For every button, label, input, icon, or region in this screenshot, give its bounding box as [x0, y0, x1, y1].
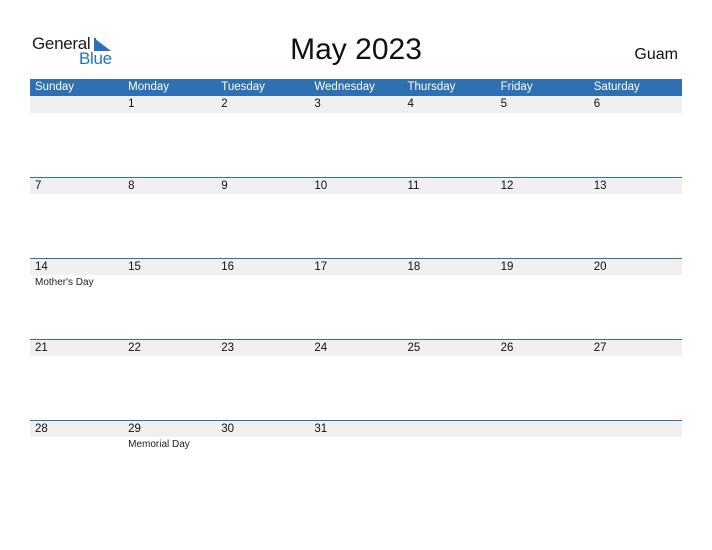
day-number: 17: [314, 261, 328, 273]
week-row: 1 2 3 4 5 6: [30, 96, 682, 177]
country-label: Guam: [634, 46, 678, 63]
weekday-friday: Friday: [500, 81, 533, 93]
weekday-monday: Monday: [128, 81, 170, 93]
day-number: 15: [128, 261, 141, 273]
weekday-tuesday: Tuesday: [221, 81, 265, 93]
holiday-label: [589, 437, 682, 451]
calendar-title: May 2023: [290, 33, 422, 66]
day-number: 26: [500, 342, 514, 354]
holiday-label: [216, 194, 309, 195]
holiday-label: [496, 113, 589, 114]
day-number: 16: [221, 261, 235, 273]
holiday-label: [496, 275, 589, 289]
day-number: 28: [35, 423, 48, 435]
holiday-label: [589, 275, 682, 289]
events-row: Mother's Day: [30, 275, 682, 289]
holiday-label: [123, 356, 216, 357]
holiday-label: [216, 275, 309, 289]
calendar-grid: Sunday Monday Tuesday Wednesday Thursday…: [30, 79, 682, 501]
holiday-label: [216, 113, 309, 114]
day-number: 1: [128, 98, 135, 110]
day-number: 3: [314, 98, 321, 110]
holiday-label: Mother's Day: [35, 277, 94, 288]
holiday-label: [123, 194, 216, 195]
holiday-label: [496, 437, 589, 451]
holiday-label: [30, 437, 123, 451]
day-number: 30: [221, 423, 235, 435]
weekday-wednesday: Wednesday: [314, 81, 375, 93]
date-number-bar: 28 29 30 31: [30, 420, 682, 437]
date-number-bar: 1 2 3 4 5 6: [30, 96, 682, 113]
day-number: 12: [500, 180, 514, 192]
events-row: [30, 194, 682, 195]
holiday-label: [309, 275, 402, 289]
day-number: 5: [500, 98, 508, 110]
holiday-label: [403, 113, 496, 114]
holiday-label: [309, 113, 402, 114]
weekday-header: Sunday Monday Tuesday Wednesday Thursday…: [30, 79, 682, 96]
day-number: [30, 96, 123, 113]
day-number: [403, 421, 496, 437]
day-number: 7: [35, 180, 42, 192]
day-number: 23: [221, 342, 235, 354]
day-number: 29: [128, 423, 141, 435]
holiday-label: [309, 437, 402, 451]
events-row: [30, 113, 682, 114]
day-number: [589, 421, 682, 437]
day-number: 6: [593, 98, 601, 110]
week-row: 28 29 30 31 Memorial Day: [30, 420, 682, 501]
week-row: 14 15 16 17 18 19 20 Mother's Day: [30, 258, 682, 339]
day-number: 2: [221, 98, 228, 110]
day-number: 11: [407, 180, 420, 192]
holiday-label: [403, 275, 496, 289]
day-number: 4: [407, 98, 414, 110]
holiday-label: [403, 437, 496, 451]
day-number: 14: [35, 261, 48, 273]
weeks-container: 1 2 3 4 5 6 7 8 9 10 11 12 13 14 15 16 17 18 19 20 Mother's …: [30, 96, 682, 501]
day-number: 31: [314, 423, 328, 435]
day-number: 20: [593, 261, 607, 273]
holiday-label: [589, 356, 682, 357]
holiday-label: [589, 194, 682, 195]
holiday-label: [496, 356, 589, 357]
week-row: 7 8 9 10 11 12 13: [30, 177, 682, 258]
day-number: 18: [407, 261, 421, 273]
events-row: Memorial Day: [30, 437, 682, 451]
week-row: 21 22 23 24 25 26 27: [30, 339, 682, 420]
holiday-label: [30, 194, 123, 195]
holiday-label: [496, 194, 589, 195]
events-row: [30, 356, 682, 357]
day-number: 13: [593, 180, 607, 192]
holiday-label: [30, 113, 123, 114]
day-number: [496, 421, 589, 437]
weekday-sunday: Sunday: [35, 81, 75, 93]
day-number: 24: [314, 342, 328, 354]
day-number: 25: [407, 342, 421, 354]
date-number-bar: 21 22 23 24 25 26 27: [30, 339, 682, 356]
day-number: 10: [314, 180, 328, 192]
holiday-label: Memorial Day: [128, 439, 190, 450]
holiday-label: [216, 437, 309, 451]
holiday-label: [403, 356, 496, 357]
date-number-bar: 14 15 16 17 18 19 20: [30, 258, 682, 275]
holiday-label: [123, 113, 216, 114]
weekday-thursday: Thursday: [407, 81, 456, 93]
holiday-label: [30, 356, 123, 357]
day-number: 27: [593, 342, 607, 354]
holiday-label: [403, 194, 496, 195]
day-number: 21: [35, 342, 48, 354]
day-number: 22: [128, 342, 141, 354]
day-number: 9: [221, 180, 228, 192]
holiday-label: [216, 356, 309, 357]
holiday-label: [589, 113, 682, 114]
day-number: 19: [500, 261, 514, 273]
holiday-label: [309, 194, 402, 195]
date-number-bar: 7 8 9 10 11 12 13: [30, 177, 682, 194]
day-number: 8: [128, 180, 135, 192]
weekday-saturday: Saturday: [593, 81, 640, 93]
holiday-label: [123, 275, 216, 289]
holiday-label: [309, 356, 402, 357]
